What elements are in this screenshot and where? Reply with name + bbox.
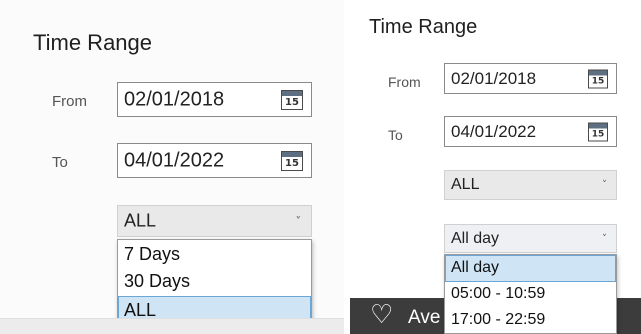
to-date-field[interactable]: 04/01/2022 15 <box>444 116 617 147</box>
range-select-value: ALL <box>124 210 157 231</box>
footer-bar <box>0 318 344 334</box>
to-date-value: 04/01/2022 <box>451 121 537 141</box>
range-dropdown: 7 Days 30 Days ALL <box>117 239 312 327</box>
time-of-day-select[interactable]: All day ˅ <box>444 224 617 253</box>
chevron-down-icon: ˅ <box>295 214 302 228</box>
from-date-value: 02/01/2018 <box>124 88 225 110</box>
from-date-value: 02/01/2018 <box>451 68 537 88</box>
dropdown-option[interactable]: 17:00 - 22:59 <box>445 308 616 334</box>
heart-outline-icon[interactable]: ♡ <box>370 302 393 328</box>
calendar-icon[interactable]: 15 <box>281 89 303 110</box>
dropdown-option[interactable]: 30 Days <box>118 267 311 296</box>
calendar-icon[interactable]: 15 <box>281 150 303 171</box>
to-label: To <box>52 154 68 171</box>
chevron-down-icon: ˅ <box>602 179 607 191</box>
dropdown-option-selected[interactable]: All day <box>445 255 616 282</box>
from-date-field[interactable]: 02/01/2018 15 <box>117 82 312 117</box>
time-range-panel-left: Time Range From 02/01/2018 15 To 04/01/2… <box>0 0 344 334</box>
from-label: From <box>52 93 87 110</box>
from-date-field[interactable]: 02/01/2018 15 <box>444 63 617 94</box>
range-select[interactable]: ALL ˅ <box>117 205 312 237</box>
time-range-panel-right: Time Range From 02/01/2018 15 To 04/01/2… <box>350 0 641 334</box>
panel-title: Time Range <box>369 16 478 38</box>
range-select-value: ALL <box>451 176 480 193</box>
chevron-down-icon: ˅ <box>602 233 607 244</box>
panel-title: Time Range <box>33 30 153 55</box>
range-select[interactable]: ALL ˅ <box>444 170 617 200</box>
dropdown-option[interactable]: 05:00 - 10:59 <box>445 282 616 308</box>
calendar-icon[interactable]: 15 <box>588 122 608 141</box>
time-select-value: All day <box>451 229 500 247</box>
to-label: To <box>388 127 403 143</box>
to-date-value: 04/01/2022 <box>124 149 225 171</box>
footer-text: Ave <box>408 307 441 328</box>
from-label: From <box>388 74 421 90</box>
calendar-icon[interactable]: 15 <box>588 69 608 88</box>
dropdown-option[interactable]: 7 Days <box>118 240 311 267</box>
to-date-field[interactable]: 04/01/2022 15 <box>117 143 312 178</box>
time-of-day-dropdown: All day 05:00 - 10:59 17:00 - 22:59 <box>444 254 617 334</box>
